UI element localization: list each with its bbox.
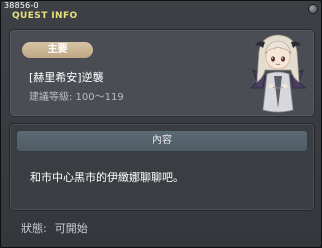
content-header: 內容 bbox=[17, 131, 307, 151]
window-title: QUEST INFO bbox=[12, 11, 78, 21]
quest-info-window: 38856-0 QUEST INFO 主要 [赫里希安]逆襲 建議等級: 100… bbox=[0, 0, 322, 248]
recommended-level: 建議等級: 100～119 bbox=[29, 92, 124, 103]
status-line: 狀態: 可開始 bbox=[21, 222, 88, 236]
close-button[interactable] bbox=[308, 4, 318, 14]
status-value: 可開始 bbox=[54, 222, 88, 235]
npc-portrait-icon bbox=[250, 34, 306, 113]
content-text: 和市中心黑市的伊緻娜聊聊吧。 bbox=[30, 171, 184, 184]
quest-summary-panel: 主要 [赫里希安]逆襲 建議等級: 100～119 bbox=[9, 29, 315, 117]
quest-content-panel: 內容 和市中心黑市的伊緻娜聊聊吧。 bbox=[9, 123, 315, 211]
quest-name: [赫里希安]逆襲 bbox=[29, 71, 104, 84]
status-label: 狀態: bbox=[21, 222, 47, 235]
category-badge: 主要 bbox=[22, 42, 93, 58]
